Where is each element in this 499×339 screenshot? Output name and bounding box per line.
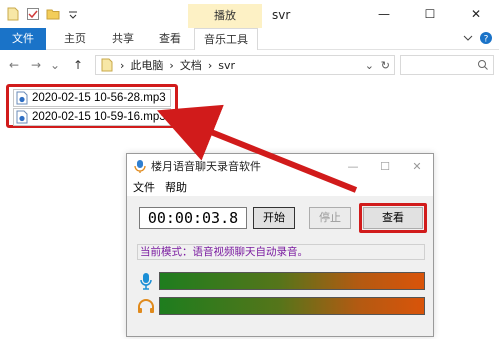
stop-button[interactable]: 停止 bbox=[309, 207, 351, 229]
chevron-down-icon[interactable] bbox=[463, 33, 473, 43]
view-button[interactable]: 查看 bbox=[363, 207, 423, 229]
search-icon bbox=[478, 60, 488, 70]
minimize-icon[interactable]: — bbox=[361, 0, 407, 28]
tab-home[interactable]: 主页 bbox=[55, 28, 95, 50]
contextual-tab-play[interactable]: 播放 bbox=[188, 4, 262, 28]
maximize-icon[interactable]: ☐ bbox=[407, 0, 453, 28]
menu-file[interactable]: 文件 bbox=[133, 179, 155, 195]
timer-display: 00:00:03.8 bbox=[139, 207, 247, 229]
tab-share[interactable]: 共享 bbox=[103, 28, 143, 50]
explorer-titlebar: 播放 svr — ☐ ✕ bbox=[0, 0, 499, 28]
svg-text:?: ? bbox=[484, 35, 489, 45]
up-arrow-icon[interactable]: ↑ bbox=[70, 56, 86, 74]
recorder-window-controls: — ☐ ✕ bbox=[337, 154, 433, 178]
checkbox-icon[interactable] bbox=[26, 7, 40, 21]
document-folder-icon bbox=[101, 58, 113, 72]
back-arrow-icon[interactable]: ← bbox=[6, 56, 22, 74]
file-name: 2020-02-15 10-56-28.mp3 bbox=[32, 92, 166, 104]
close-icon[interactable]: ✕ bbox=[401, 154, 433, 178]
address-bar[interactable]: › 此电脑 › 文档 › svr ⌄ ↻ bbox=[95, 55, 395, 75]
breadcrumb-this-pc[interactable]: 此电脑 bbox=[130, 57, 163, 73]
forward-arrow-icon[interactable]: → bbox=[28, 56, 44, 74]
quick-access-toolbar bbox=[6, 5, 80, 23]
speaker-level-meter bbox=[159, 297, 425, 315]
ribbon-tabs: 文件 主页 共享 查看 音乐工具 ? bbox=[0, 28, 499, 50]
file-list-highlight: 2020-02-15 10-56-28.mp3 2020-02-15 10-59… bbox=[6, 84, 178, 128]
minimize-icon[interactable]: — bbox=[337, 154, 369, 178]
recent-dropdown-icon[interactable]: ⌄ bbox=[50, 56, 60, 74]
search-input[interactable] bbox=[400, 55, 494, 75]
menu-help[interactable]: 帮助 bbox=[165, 179, 187, 195]
dropdown-icon[interactable] bbox=[66, 7, 80, 21]
window-title: svr bbox=[272, 8, 291, 22]
recorder-menubar: 文件 帮助 bbox=[127, 178, 433, 196]
list-item[interactable]: 2020-02-15 10-59-16.mp3 bbox=[13, 108, 171, 126]
recorder-title: 楼月语音聊天录音软件 bbox=[151, 160, 261, 173]
mp3-file-icon bbox=[16, 110, 28, 124]
close-icon[interactable]: ✕ bbox=[453, 0, 499, 28]
navigation-bar: ← → ⌄ ↑ › 此电脑 › 文档 › svr ⌄ ↻ bbox=[0, 52, 499, 78]
tab-music-tools[interactable]: 音乐工具 bbox=[194, 28, 258, 50]
window-controls: — ☐ ✕ bbox=[361, 0, 499, 28]
refresh-icon[interactable]: ↻ bbox=[381, 59, 390, 72]
breadcrumb-documents[interactable]: 文档 bbox=[180, 57, 202, 73]
mode-status: 当前模式：语音视频聊天自动录音。 bbox=[137, 244, 425, 260]
file-name: 2020-02-15 10-59-16.mp3 bbox=[32, 111, 166, 123]
recorder-window: 楼月语音聊天录音软件 — ☐ ✕ 文件 帮助 00:00:03.8 开始 停止 … bbox=[126, 153, 434, 337]
breadcrumb-separator: › bbox=[120, 58, 125, 72]
help-icon[interactable]: ? bbox=[479, 31, 493, 45]
recorder-titlebar: 楼月语音聊天录音软件 — ☐ ✕ bbox=[127, 154, 433, 178]
microphone-icon bbox=[140, 273, 152, 290]
app-icon bbox=[134, 160, 146, 173]
ribbon-right-controls: ? bbox=[463, 31, 493, 45]
folder-icon[interactable] bbox=[46, 7, 60, 21]
breadcrumb-separator: › bbox=[169, 58, 174, 72]
file-icon[interactable] bbox=[6, 7, 20, 21]
tab-view[interactable]: 查看 bbox=[150, 28, 190, 50]
headphone-icon bbox=[138, 299, 154, 313]
list-item[interactable]: 2020-02-15 10-56-28.mp3 bbox=[13, 89, 171, 107]
maximize-icon[interactable]: ☐ bbox=[369, 154, 401, 178]
start-button[interactable]: 开始 bbox=[253, 207, 295, 229]
breadcrumb-separator: › bbox=[207, 58, 213, 72]
breadcrumb-svr[interactable]: svr bbox=[218, 59, 235, 72]
address-dropdown-icon[interactable]: ⌄ bbox=[365, 59, 374, 72]
microphone-level-meter bbox=[159, 272, 425, 290]
mp3-file-icon bbox=[16, 91, 28, 105]
tab-file[interactable]: 文件 bbox=[0, 28, 46, 50]
